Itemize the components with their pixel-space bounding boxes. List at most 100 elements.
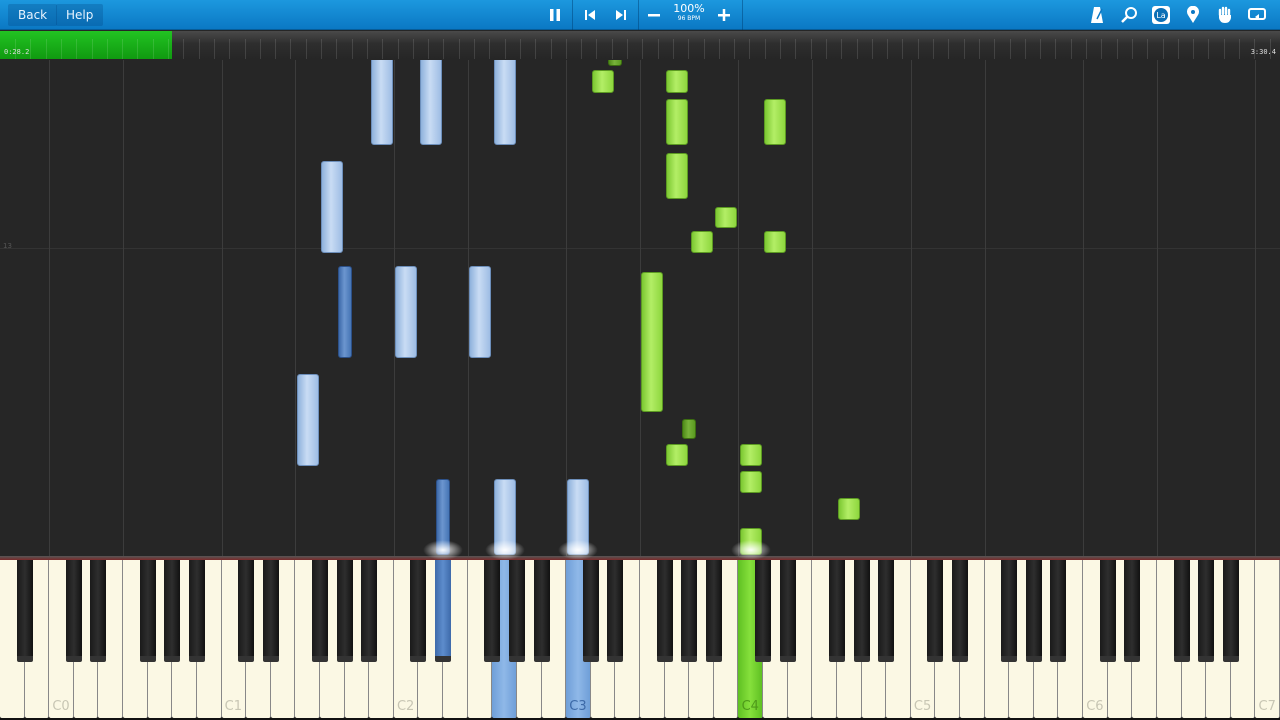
right-hand-note-G3: [665, 152, 688, 199]
black-key-F#1[interactable]: [312, 560, 328, 662]
black-key-F#0[interactable]: [139, 560, 156, 662]
black-key-G#6[interactable]: [1198, 560, 1215, 662]
black-key-D#4[interactable]: [779, 560, 796, 662]
white-key-C7[interactable]: C7: [1255, 560, 1280, 718]
black-key-G#1[interactable]: [336, 560, 353, 662]
timeline-tick: [581, 39, 583, 59]
left-hand-note-F2: [469, 266, 491, 358]
timeline-tick: [1162, 39, 1164, 59]
black-key-A#1[interactable]: [361, 560, 378, 662]
timeline-tick: [137, 39, 139, 59]
left-hand-note-F1: [296, 374, 319, 466]
black-key-F#4[interactable]: [828, 560, 845, 662]
right-hand-note-A3: [690, 231, 713, 253]
marker-icon[interactable]: [1182, 4, 1204, 26]
timeline-tick: [1009, 39, 1011, 59]
timeline-tick: [336, 39, 338, 59]
timeline-tick: [902, 39, 904, 59]
loop-icon[interactable]: [1246, 4, 1268, 26]
octave-label: C0: [52, 699, 70, 714]
black-key-F#5[interactable]: [1001, 560, 1018, 662]
black-key-A#4[interactable]: [878, 560, 895, 662]
black-key-G#2[interactable]: [508, 560, 525, 662]
timeline-tick: [1070, 39, 1072, 59]
black-key-A#3[interactable]: [705, 560, 722, 662]
octave-label: C3: [569, 699, 587, 714]
key-guide-line: [221, 60, 223, 558]
black-key-D#0[interactable]: [90, 560, 107, 662]
black-key-F#2[interactable]: [484, 560, 501, 662]
timeline-tick: [1239, 39, 1240, 59]
skip-forward-icon[interactable]: [610, 4, 632, 26]
octave-label: C2: [396, 699, 415, 714]
black-key-A#0[interactable]: [188, 560, 205, 662]
black-key-G#4[interactable]: [853, 560, 870, 662]
timeline-tick: [504, 39, 506, 59]
timeline-tick: [550, 39, 552, 59]
timeline-tick: [366, 39, 368, 59]
black-key-C#0[interactable]: [65, 560, 82, 662]
black-key-G#5[interactable]: [1025, 560, 1042, 662]
timeline-tick: [642, 39, 644, 59]
plus-icon[interactable]: [713, 4, 735, 26]
timeline-scrubber[interactable]: 0:28.2 3:30.4: [0, 31, 1280, 59]
help-button[interactable]: Help: [56, 4, 104, 26]
timeline-tick: [596, 39, 598, 59]
timeline-tick: [535, 39, 537, 59]
timeline-tick: [351, 39, 353, 59]
hand-icon[interactable]: [1214, 4, 1236, 26]
timeline-tick: [1223, 39, 1225, 59]
note-labels-icon[interactable]: La: [1150, 4, 1172, 26]
timeline-tick: [734, 39, 736, 59]
octave-label: C1: [224, 699, 243, 714]
black-key-A#2[interactable]: [533, 560, 550, 662]
timeline-tick: [382, 39, 384, 59]
timeline-tick: [718, 39, 720, 59]
total-time: 3:30.4: [1250, 48, 1276, 56]
timeline-tick: [688, 39, 690, 59]
right-hand-note-D#3: [608, 60, 623, 67]
key-guide-line: [984, 60, 986, 558]
black-key-D#2[interactable]: [435, 560, 452, 662]
timeline-tick: [810, 39, 812, 59]
timeline-tick: [458, 39, 460, 59]
timeline-tick: [825, 39, 827, 59]
black-key-G#3[interactable]: [681, 560, 698, 662]
key-guide-line: [1083, 60, 1085, 558]
toolbar: Back Help 100% 96 BPM La: [0, 0, 1280, 30]
timeline-tick: [611, 39, 613, 59]
pause-icon[interactable]: [544, 4, 566, 26]
timeline-tick: [489, 39, 491, 59]
timeline-tick: [1055, 39, 1057, 59]
minus-icon[interactable]: [643, 4, 665, 26]
back-button[interactable]: Back: [8, 4, 58, 26]
black-key-A#6[interactable]: [1222, 560, 1239, 662]
skip-back-icon[interactable]: [579, 4, 601, 26]
black-key-C#3[interactable]: [582, 560, 599, 662]
timeline-tick: [856, 39, 858, 59]
black-key-G#0[interactable]: [164, 560, 181, 662]
left-hand-note-C2: [395, 266, 418, 358]
key-guide-line: [49, 60, 51, 558]
timeline-tick: [917, 39, 919, 59]
black-key-C#4[interactable]: [755, 560, 772, 662]
black-key-C#6[interactable]: [1099, 560, 1116, 662]
black-key-D#1[interactable]: [262, 560, 279, 662]
search-icon[interactable]: [1118, 4, 1140, 26]
black-key-F#3[interactable]: [656, 560, 673, 662]
note-labels-text: La: [1156, 11, 1165, 20]
black-key-C#5[interactable]: [927, 560, 944, 662]
timeline-tick: [764, 39, 766, 59]
black-key-C#2[interactable]: [410, 560, 427, 662]
timeline-tick: [703, 39, 705, 59]
black-key-D#3[interactable]: [607, 560, 624, 662]
black-key-F#6[interactable]: [1173, 560, 1190, 662]
timeline-tick: [45, 39, 47, 59]
black-key-C#1[interactable]: [238, 560, 255, 662]
black-key-D#6[interactable]: [1124, 560, 1141, 662]
black-key-D#5[interactable]: [952, 560, 968, 662]
black-key-A#5[interactable]: [1050, 560, 1067, 662]
right-hand-note-D4: [764, 98, 787, 145]
black-key-A#-1[interactable]: [16, 560, 33, 662]
metronome-icon[interactable]: [1086, 4, 1108, 26]
